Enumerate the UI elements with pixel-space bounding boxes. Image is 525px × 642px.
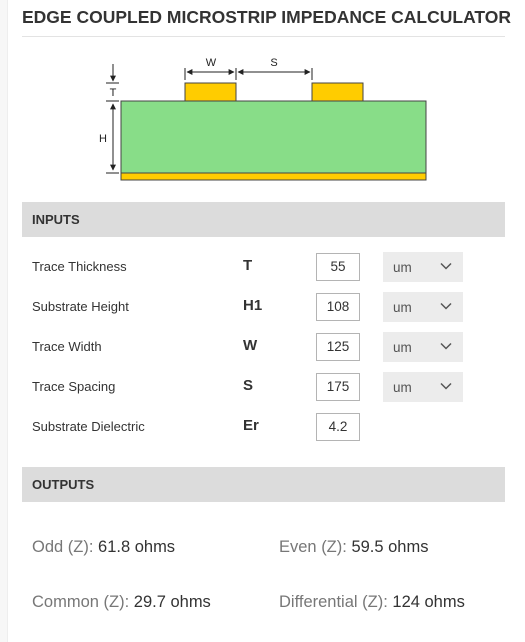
width-dimension-label: W (206, 57, 217, 69)
trace-width-unit-select[interactable]: um (383, 332, 463, 362)
trace-spacing-unit-select[interactable]: um (383, 372, 463, 402)
trace-right (311, 82, 364, 102)
trace-left (184, 82, 237, 102)
trace-spacing-unit-value: um (393, 380, 412, 395)
differential-impedance-value: 124 ohms (392, 593, 465, 611)
differential-impedance-label: Differential (Z): (279, 593, 393, 611)
substrate-dielectric-symbol: Er (243, 417, 259, 434)
outputs-header: OUTPUTS (22, 467, 505, 502)
trace-spacing-input[interactable]: 175 (316, 373, 360, 401)
input-row-trace-thickness: Trace Thickness T 55 um (22, 248, 505, 288)
trace-thickness-symbol: T (243, 257, 253, 274)
input-row-substrate-dielectric: Substrate Dielectric Er 4.2 (22, 408, 505, 448)
thickness-dimension-label: T (110, 87, 117, 99)
substrate-block (120, 100, 427, 174)
odd-impedance-label: Odd (Z): (32, 538, 99, 556)
trace-thickness-input[interactable]: 55 (316, 253, 360, 281)
page-title: EDGE COUPLED MICROSTRIP IMPEDANCE CALCUL… (22, 7, 512, 27)
chevron-down-icon (440, 262, 452, 270)
trace-thickness-label: Trace Thickness (32, 259, 127, 274)
even-impedance-output: Even (Z): 59.5 ohms (279, 538, 428, 557)
outputs-header-label: OUTPUTS (32, 477, 95, 492)
substrate-dielectric-input[interactable]: 4.2 (316, 413, 360, 441)
substrate-height-unit-value: um (393, 300, 412, 315)
chevron-down-icon (440, 382, 452, 390)
trace-spacing-symbol: S (243, 377, 254, 394)
input-row-trace-width: Trace Width W 125 um (22, 328, 505, 368)
spacing-dimension-label: S (270, 57, 277, 69)
chevron-down-icon (440, 342, 452, 350)
substrate-dielectric-label: Substrate Dielectric (32, 419, 145, 434)
trace-width-label: Trace Width (32, 339, 102, 354)
trace-width-input[interactable]: 125 (316, 333, 360, 361)
inputs-header: INPUTS (22, 202, 505, 237)
trace-width-symbol: W (243, 337, 258, 354)
input-row-substrate-height: Substrate Height H1 108 um (22, 288, 505, 328)
odd-impedance-value: 61.8 ohms (98, 538, 176, 556)
even-impedance-label: Even (Z): (279, 538, 352, 556)
title-divider (22, 36, 505, 37)
differential-impedance-output: Differential (Z): 124 ohms (279, 593, 465, 612)
ground-plane (120, 172, 427, 181)
common-impedance-output: Common (Z): 29.7 ohms (32, 593, 211, 612)
trace-thickness-unit-select[interactable]: um (383, 252, 463, 282)
chevron-down-icon (440, 302, 452, 310)
height-dimension-label: H (99, 133, 107, 145)
substrate-height-label: Substrate Height (32, 299, 129, 314)
trace-thickness-unit-value: um (393, 260, 412, 275)
common-impedance-label: Common (Z): (32, 593, 134, 611)
substrate-height-input[interactable]: 108 (316, 293, 360, 321)
trace-spacing-label: Trace Spacing (32, 379, 116, 394)
common-impedance-value: 29.7 ohms (133, 593, 211, 611)
substrate-height-unit-select[interactable]: um (383, 292, 463, 322)
substrate-height-symbol: H1 (243, 297, 263, 314)
odd-impedance-output: Odd (Z): 61.8 ohms (32, 538, 175, 557)
even-impedance-value: 59.5 ohms (351, 538, 429, 556)
input-row-trace-spacing: Trace Spacing S 175 um (22, 368, 505, 408)
microstrip-diagram: W S T H (97, 57, 427, 181)
trace-width-unit-value: um (393, 340, 412, 355)
inputs-header-label: INPUTS (32, 212, 80, 227)
